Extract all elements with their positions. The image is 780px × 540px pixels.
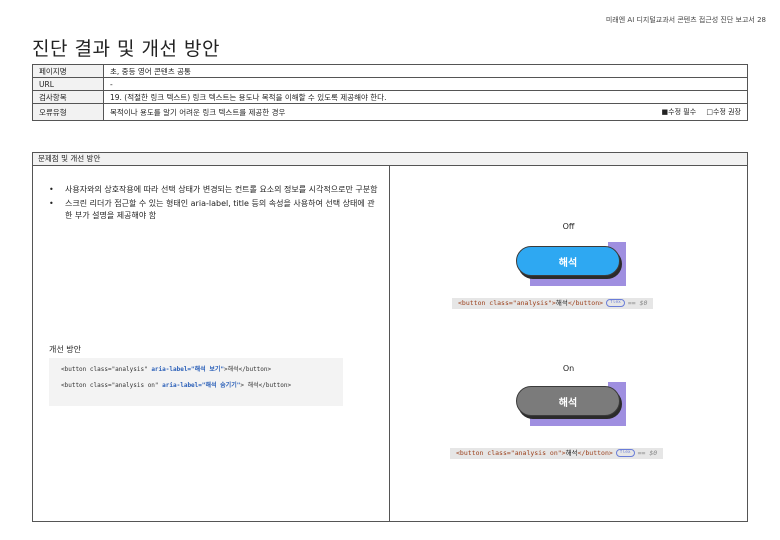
flex-badge: flex — [615, 449, 635, 457]
info-table: 페이지명 초, 중등 영어 콘텐츠 공통 URL - 검사항목 19. (적절한… — [32, 64, 748, 121]
off-code-snippet: <button class="analysis">해석</button> flex… — [452, 298, 654, 309]
section-header: 문제점 및 개선 방안 — [33, 153, 747, 166]
off-state-label: Off — [562, 222, 575, 231]
url-value: - — [103, 77, 748, 91]
severity-legend: ■수정 필수 □수정 권장 — [662, 107, 741, 117]
bullet-dot: • — [49, 185, 54, 194]
check-label: 검사항목 — [32, 90, 104, 104]
code-text: >해석</button> — [223, 366, 272, 373]
code-text: <button class="analysis" — [61, 366, 152, 373]
check-value: 19. (적절한 링크 텍스트) 링크 텍스트는 용도나 목적을 이해할 수 있… — [103, 90, 748, 104]
legend-recommended: □수정 권장 — [706, 107, 741, 116]
url-label: URL — [32, 77, 104, 91]
analysis-button-off[interactable]: 해석 — [516, 246, 620, 276]
report-header-note: 미래엔 AI 디지털교과서 콘텐츠 접근성 진단 보고서 28 — [605, 16, 766, 24]
code-text: 해석 — [555, 299, 568, 307]
legend-required: ■수정 필수 — [661, 107, 697, 116]
info-row-check: 검사항목 19. (적절한 링크 텍스트) 링크 텍스트는 용도나 목적을 이해… — [32, 90, 748, 104]
list-item: • 사용자와의 상호작용에 따라 선택 상태가 변경되는 컨트롤 요소의 정보를… — [49, 184, 379, 196]
code-line: <button class="analysis" aria-label="해석 … — [61, 364, 331, 375]
info-row-error: 오류유형 목적이나 용도를 알기 어려운 링크 텍스트를 제공한 경우 ■수정 … — [32, 103, 748, 121]
flex-badge: flex — [606, 299, 625, 307]
issue-section: 문제점 및 개선 방안 • 사용자와의 상호작용에 따라 선택 상태가 변경되는… — [32, 152, 748, 522]
code-attr: aria-label="해석 보기" — [151, 366, 224, 373]
page-value: 초, 중등 영어 콘텐츠 공통 — [103, 64, 748, 78]
code-text: <button class="analysis on" — [61, 382, 163, 389]
on-state-label: On — [562, 364, 575, 373]
error-label: 오류유형 — [32, 103, 104, 121]
code-attr: aria-label="해석 숨기기" — [162, 382, 241, 389]
code-text: 해석 — [565, 449, 578, 457]
devtools-eq: == $0 — [637, 449, 658, 457]
error-cell: 목적이나 용도를 알기 어려운 링크 텍스트를 제공한 경우 ■수정 필수 □수… — [103, 103, 748, 121]
highlight-block — [530, 416, 626, 426]
bullet-dot: • — [49, 199, 54, 208]
page-title: 진단 결과 및 개선 방안 — [32, 38, 220, 60]
code-tag: <button class="analysis"> — [458, 299, 556, 307]
list-item: • 스크린 리더가 접근할 수 있는 형태인 aria-label, title… — [49, 198, 379, 222]
problem-panel: • 사용자와의 상호작용에 따라 선택 상태가 변경되는 컨트롤 요소의 정보를… — [33, 166, 390, 522]
code-text: > 해석</button> — [240, 382, 292, 389]
problem-list: • 사용자와의 상호작용에 따라 선택 상태가 변경되는 컨트롤 요소의 정보를… — [49, 184, 379, 224]
example-panel: Off 해석 <button class="analysis">해석</butt… — [390, 166, 747, 522]
code-tag: </button> — [577, 449, 613, 457]
code-tag: </button> — [567, 299, 604, 307]
on-code-snippet: <button class="analysis on">해석</button> f… — [450, 448, 664, 459]
page-label: 페이지명 — [32, 64, 104, 78]
error-value: 목적이나 용도를 알기 어려운 링크 텍스트를 제공한 경우 — [110, 107, 286, 117]
code-line: <button class="analysis on" aria-label="… — [61, 380, 331, 391]
analysis-button-on[interactable]: 해석 — [516, 386, 620, 416]
devtools-eq: == $0 — [627, 299, 648, 307]
bullet-text: 사용자와의 상호작용에 따라 선택 상태가 변경되는 컨트롤 요소의 정보를 시… — [65, 185, 378, 194]
on-button-example: 해석 — [516, 382, 626, 426]
info-row-page: 페이지명 초, 중등 영어 콘텐츠 공통 — [32, 64, 748, 78]
highlight-block — [530, 276, 626, 286]
code-tag: <button class="analysis on"> — [456, 449, 566, 457]
off-button-example: 해석 — [516, 242, 626, 286]
bullet-text: 스크린 리더가 접근할 수 있는 형태인 aria-label, title 등… — [65, 199, 375, 220]
info-row-url: URL - — [32, 77, 748, 91]
improve-label: 개선 방안 — [49, 345, 81, 354]
code-example-box: <button class="analysis" aria-label="해석 … — [49, 358, 343, 406]
